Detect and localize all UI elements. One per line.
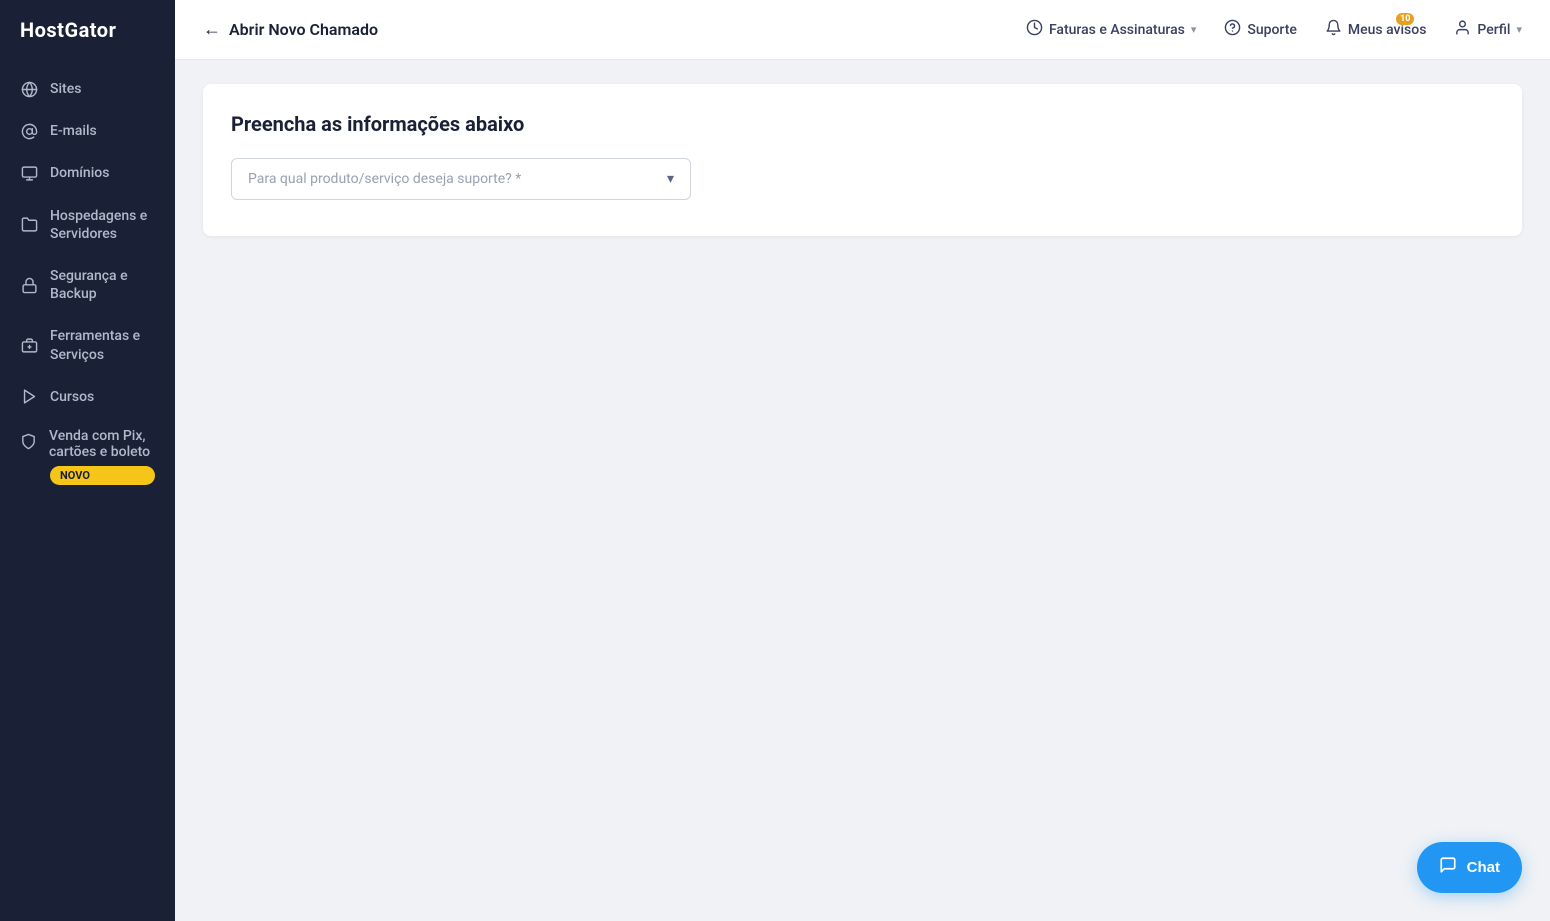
sidebar-item-label: Venda com Pix, cartões e boleto — [49, 428, 155, 460]
sidebar-item-label: E-mails — [50, 122, 97, 140]
main-area: ← Abrir Novo Chamado Faturas e Assinatur… — [175, 0, 1550, 921]
notification-badge: 10 — [1396, 13, 1414, 25]
globe-icon — [20, 81, 38, 98]
chevron-down-icon: ▾ — [1516, 23, 1522, 36]
sidebar-nav: Sites E-mails Domínios Hospedagens e Ser… — [0, 60, 175, 507]
sidebar-item-label: Cursos — [50, 388, 94, 406]
lock-icon — [20, 277, 38, 294]
logo: HostGator — [0, 0, 175, 60]
sidebar-item-dominios[interactable]: Domínios — [0, 152, 175, 194]
nav-perfil-label: Perfil — [1477, 22, 1510, 38]
content-area: Preencha as informações abaixo Para qual… — [175, 60, 1550, 921]
sidebar-item-sites[interactable]: Sites — [0, 68, 175, 110]
back-button[interactable]: ← Abrir Novo Chamado — [203, 19, 378, 40]
bell-icon — [1325, 19, 1342, 40]
header: ← Abrir Novo Chamado Faturas e Assinatur… — [175, 0, 1550, 60]
back-arrow-icon: ← — [203, 19, 221, 40]
chat-label: Chat — [1467, 859, 1500, 876]
sidebar-item-label: Domínios — [50, 164, 109, 182]
form-card: Preencha as informações abaixo Para qual… — [203, 84, 1522, 236]
suporte-icon — [1224, 19, 1241, 40]
product-dropdown[interactable]: Para qual produto/serviço deseja suporte… — [231, 158, 691, 200]
user-icon — [1454, 19, 1471, 40]
form-title: Preencha as informações abaixo — [231, 112, 1494, 136]
tools-icon — [20, 337, 38, 354]
chevron-down-icon: ▾ — [1191, 23, 1197, 36]
nav-suporte-label: Suporte — [1247, 22, 1297, 38]
page-title: Abrir Novo Chamado — [229, 20, 378, 39]
nav-perfil[interactable]: Perfil ▾ — [1454, 19, 1522, 40]
faturas-icon — [1026, 19, 1043, 40]
logo-text: HostGator — [20, 18, 116, 42]
sidebar-item-label: Segurança e Backup — [50, 267, 155, 303]
folder-icon — [20, 216, 38, 233]
sidebar-item-label: Sites — [50, 80, 81, 98]
dropdown-placeholder: Para qual produto/serviço deseja suporte… — [248, 171, 521, 187]
sidebar: HostGator Sites E-mails Domínios Hospeda… — [0, 0, 175, 921]
dropdown-chevron-icon: ▾ — [667, 171, 674, 187]
sidebar-item-seguranca[interactable]: Segurança e Backup — [0, 255, 175, 315]
sidebar-item-venda[interactable]: Venda com Pix, cartões e boleto NOVO — [0, 418, 175, 499]
monitor-icon — [20, 165, 38, 182]
sidebar-item-hospedagens[interactable]: Hospedagens e Servidores — [0, 195, 175, 255]
nav-avisos-label: Meus avisos — [1348, 22, 1427, 38]
header-nav: Faturas e Assinaturas ▾ Suporte 10 Meus … — [1026, 19, 1522, 40]
novo-badge: NOVO — [50, 466, 155, 485]
sidebar-item-label: Ferramentas e Serviços — [50, 327, 155, 363]
sidebar-item-emails[interactable]: E-mails — [0, 110, 175, 152]
nav-faturas[interactable]: Faturas e Assinaturas ▾ — [1026, 19, 1196, 40]
shield-icon — [20, 433, 37, 454]
chat-icon — [1439, 856, 1457, 879]
chat-button[interactable]: Chat — [1417, 842, 1522, 893]
play-icon — [20, 388, 38, 405]
sidebar-item-label: Hospedagens e Servidores — [50, 207, 155, 243]
sidebar-item-ferramentas[interactable]: Ferramentas e Serviços — [0, 315, 175, 375]
email-icon — [20, 123, 38, 140]
nav-faturas-label: Faturas e Assinaturas — [1049, 22, 1185, 38]
nav-suporte[interactable]: Suporte — [1224, 19, 1297, 40]
nav-avisos[interactable]: 10 Meus avisos — [1325, 19, 1427, 40]
sidebar-item-cursos[interactable]: Cursos — [0, 376, 175, 418]
